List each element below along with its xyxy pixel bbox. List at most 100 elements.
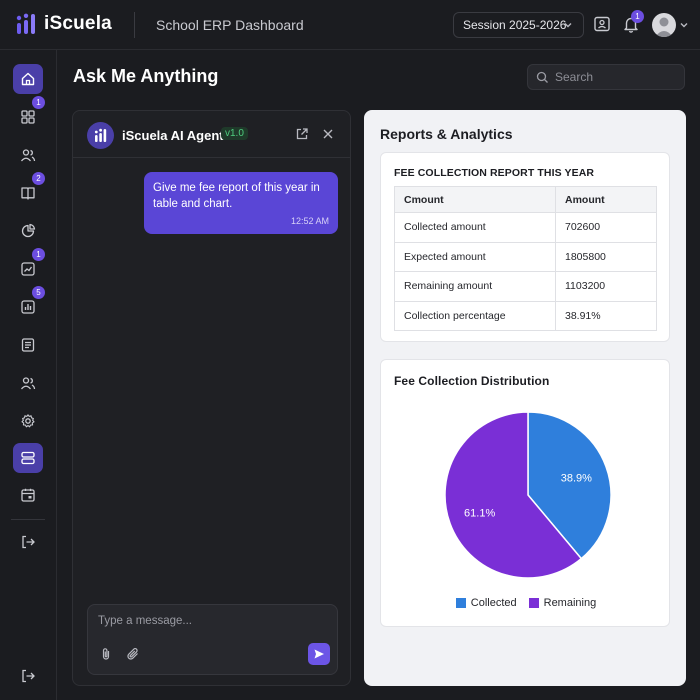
calendar-icon <box>21 488 35 502</box>
header-title: School ERP Dashboard <box>156 17 304 33</box>
message-input[interactable] <box>98 615 328 627</box>
pie-data-label: 61.1% <box>464 508 495 520</box>
sidebar-item-people[interactable] <box>13 368 43 398</box>
session-select[interactable]: Session 2025-2026 <box>453 12 584 38</box>
sidebar-divider <box>11 519 45 520</box>
sidebar-item-trend[interactable]: 1 <box>13 248 45 284</box>
table-cell: Collection percentage <box>394 300 556 332</box>
legend-label: Remaining <box>543 597 597 609</box>
external-link-icon[interactable] <box>295 127 309 141</box>
gear-icon <box>21 414 35 428</box>
pie-data-label: 38.9% <box>561 472 592 484</box>
message-time: 12:52 AM <box>290 216 329 226</box>
header-divider <box>134 12 135 38</box>
message-composer <box>87 604 338 675</box>
logout-icon <box>22 669 35 683</box>
table-cell: 38.91% <box>555 300 657 332</box>
table-cell: 1805800 <box>555 241 657 273</box>
session-label: Session 2025-2026 <box>463 18 567 32</box>
table-cell: Expected amount <box>394 241 556 273</box>
legend-item-remaining: Remaining <box>528 597 597 609</box>
notification-badge: 1 <box>631 10 644 23</box>
sidebar-item-logout[interactable] <box>13 527 43 557</box>
chat-panel: iScuela AI Agent v1.0 Give me fee report… <box>72 110 351 686</box>
send-icon <box>314 649 324 659</box>
avatar[interactable] <box>652 13 676 37</box>
legend-item-collected: Collected <box>455 597 517 609</box>
message-text: Give me fee report of this year in table… <box>153 182 320 210</box>
legend-swatch <box>455 598 466 608</box>
table-cell: 1103200 <box>555 271 657 302</box>
table-row: Expected amount 1805800 <box>394 241 657 273</box>
sidebar-item-bar[interactable]: 5 <box>13 286 45 322</box>
sidebar-item-pie[interactable] <box>13 216 43 246</box>
reports-panel: Reports & Analytics FEE COLLECTION REPOR… <box>364 110 686 686</box>
user-avatar-icon <box>655 17 673 37</box>
sidebar-item-signout[interactable] <box>13 661 43 691</box>
table-title: FEE COLLECTION REPORT THIS YEAR <box>394 167 595 179</box>
legend-swatch <box>528 598 539 608</box>
server-icon <box>21 451 35 465</box>
sidebar-badge: 1 <box>32 96 45 109</box>
agent-avatar <box>87 122 114 149</box>
chevron-down-icon <box>564 23 572 28</box>
users-icon <box>20 149 36 162</box>
chart-legend: Collected Remaining <box>381 597 671 609</box>
logo[interactable]: iScuela <box>16 13 112 35</box>
paperclip-icon[interactable] <box>99 647 113 661</box>
table-row: Remaining amount 1103200 <box>394 271 657 302</box>
search-box[interactable] <box>527 64 685 90</box>
logout-icon <box>22 535 35 549</box>
sidebar-badge: 1 <box>32 248 45 261</box>
table-row: Collected amount 702600 <box>394 212 657 243</box>
logo-text: iScuela <box>44 13 112 34</box>
pie-chart-icon <box>21 223 36 238</box>
table-cell: Collected amount <box>394 212 556 243</box>
chart-card: Fee Collection Distribution 38.9% 61.1% C… <box>380 359 670 627</box>
attachment-icon[interactable] <box>126 647 140 661</box>
sidebar-item-calendar[interactable] <box>13 480 43 510</box>
trend-chart-icon <box>21 262 35 276</box>
version-badge: v1.0 <box>221 127 248 140</box>
book-icon <box>21 187 35 200</box>
table-cell: 702600 <box>555 212 657 243</box>
sidebar-item-settings[interactable] <box>13 406 43 436</box>
table-row: Collection percentage 38.91% <box>394 300 657 332</box>
sidebar-item-home[interactable] <box>13 64 43 94</box>
people-icon <box>20 377 36 390</box>
search-input[interactable] <box>555 70 675 84</box>
sidebar-item-modules[interactable]: 1 <box>13 96 45 132</box>
sidebar-item-notes[interactable] <box>13 330 43 360</box>
column-header: Cmount <box>394 186 556 213</box>
logo-icon <box>94 128 107 142</box>
table-cell: Remaining amount <box>394 271 556 302</box>
home-icon <box>21 72 35 86</box>
fee-report-table: Cmount Amount Collected amount 702600 Ex… <box>394 186 657 332</box>
bar-chart-icon <box>21 300 35 314</box>
close-icon[interactable] <box>321 127 335 141</box>
send-button[interactable] <box>308 643 330 665</box>
legend-label: Collected <box>470 597 517 609</box>
reports-title: Reports & Analytics <box>380 126 513 142</box>
page-title: Ask Me Anything <box>73 66 219 86</box>
sidebar-item-database[interactable] <box>13 443 43 473</box>
chat-header: iScuela AI Agent v1.0 <box>73 111 350 158</box>
chevron-down-icon[interactable] <box>679 20 689 30</box>
top-bar: iScuela School ERP Dashboard Session 202… <box>0 0 700 50</box>
sidebar-badge: 5 <box>32 286 45 299</box>
sidebar-item-book[interactable]: 2 <box>13 172 45 208</box>
agent-name: iScuela AI Agent <box>122 128 224 143</box>
sidebar-badge: 2 <box>32 172 45 185</box>
search-icon <box>536 71 548 83</box>
table-header-row: Cmount Amount <box>394 186 657 213</box>
fee-report-card: FEE COLLECTION REPORT THIS YEAR Cmount A… <box>380 152 670 342</box>
sidebar-item-users[interactable] <box>13 140 43 170</box>
user-message: Give me fee report of this year in table… <box>144 172 338 234</box>
pie-chart: 38.9% 61.1% <box>444 411 612 579</box>
logo-icon <box>16 13 35 34</box>
id-card-icon[interactable] <box>592 14 612 34</box>
grid-icon <box>21 110 35 124</box>
sidebar: 1 2 1 5 <box>0 50 57 700</box>
document-icon <box>21 338 35 352</box>
column-header: Amount <box>555 186 657 213</box>
